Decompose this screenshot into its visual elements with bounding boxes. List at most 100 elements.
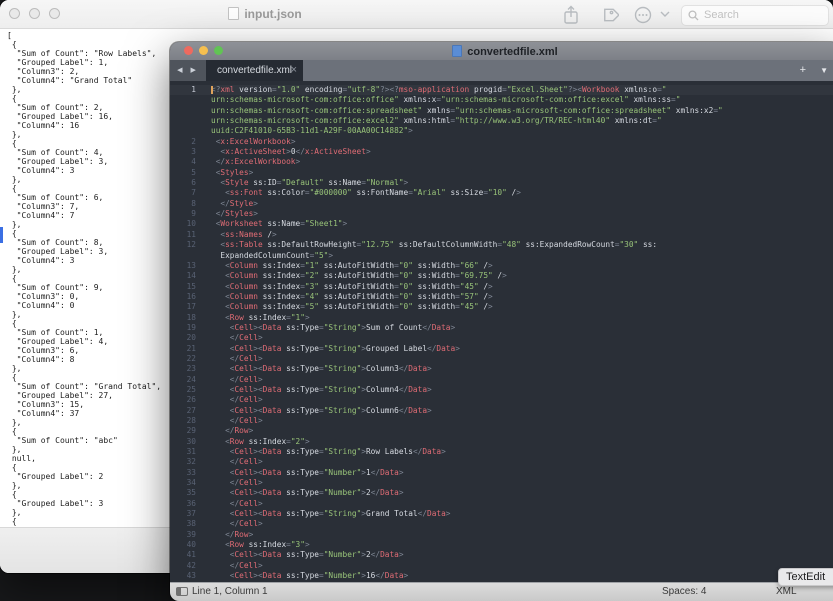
line-number: 1 <box>170 85 196 95</box>
window-title: input.json <box>170 7 360 21</box>
minimap-line <box>762 141 833 143</box>
code-text: ExpandedColumnCount="5"> <box>211 251 333 261</box>
code-text: <Column ss:Index="2" ss:AutoFitWidth="0"… <box>211 271 507 281</box>
line-number: 29 <box>170 426 196 436</box>
code-line: 24 </Cell> <box>170 375 833 385</box>
minimap-line <box>762 258 833 260</box>
code-text: </Cell> <box>211 478 263 488</box>
code-line: 14 <Column ss:Index="2" ss:AutoFitWidth=… <box>170 271 833 281</box>
line-number: 40 <box>170 540 196 550</box>
code-line: 17 <Column ss:Index="5" ss:AutoFitWidth=… <box>170 302 833 312</box>
minimap-line <box>762 105 833 107</box>
search-input[interactable]: Search <box>681 5 829 26</box>
minimap-line <box>762 85 833 87</box>
json-line: [ <box>7 31 833 40</box>
code-line: 8 </Style> <box>170 199 833 209</box>
code-text: <Cell><Data ss:Type="String">Column6</Da… <box>211 406 432 416</box>
code-line: 28 </Cell> <box>170 416 833 426</box>
code-text: </Cell> <box>211 395 263 405</box>
line-number: 11 <box>170 230 196 240</box>
minimap-line <box>762 279 833 281</box>
minimap[interactable] <box>762 85 833 330</box>
code-text: <Cell><Data ss:Type="String">Column4</Da… <box>211 385 432 395</box>
share-button[interactable] <box>562 5 580 25</box>
chevron-down-icon[interactable] <box>660 10 670 30</box>
code-line: 20 </Cell> <box>170 333 833 343</box>
line-number: 7 <box>170 188 196 198</box>
tags-button[interactable] <box>599 5 619 25</box>
minimize-button[interactable] <box>29 8 40 19</box>
zoom-button[interactable] <box>49 8 60 19</box>
code-line: 1<?xml version="1.0" encoding="utf-8"?><… <box>170 85 833 95</box>
tab-close-icon[interactable]: × <box>291 60 297 81</box>
line-number: 5 <box>170 168 196 178</box>
code-line: 34 </Cell> <box>170 478 833 488</box>
line-number: 14 <box>170 271 196 281</box>
minimap-line <box>762 289 833 291</box>
code-line: 31 <Cell><Data ss:Type="String">Row Labe… <box>170 447 833 457</box>
code-line: 33 <Cell><Data ss:Type="Number">1</Data> <box>170 468 833 478</box>
code-text: <Cell><Data ss:Type="Number">2</Data> <box>211 550 404 560</box>
code-line: uuid:C2F41010-65B3-11d1-A29F-00AA00C1488… <box>170 126 833 136</box>
line-number: 24 <box>170 375 196 385</box>
code-line: 5 <Styles> <box>170 168 833 178</box>
language-mode-indicator[interactable]: XML <box>776 586 797 597</box>
line-number: 15 <box>170 282 196 292</box>
minimap-line <box>762 121 833 123</box>
panel-toggle-icon[interactable] <box>176 587 188 596</box>
line-number: 20 <box>170 333 196 343</box>
code-line: 38 </Cell> <box>170 519 833 529</box>
close-button[interactable] <box>9 8 20 19</box>
minimap-line <box>762 187 833 189</box>
code-line: 18 <Row ss:Index="1"> <box>170 313 833 323</box>
minimap-line <box>762 212 833 214</box>
code-text: <Cell><Data ss:Type="Number">2</Data> <box>211 488 404 498</box>
textedit-titlebar[interactable]: input.json Search <box>0 0 833 29</box>
minimap-line <box>762 136 833 138</box>
minimap-line <box>762 126 833 128</box>
minimap-line <box>762 268 833 270</box>
code-text: <Styles> <box>211 168 253 178</box>
history-nav-buttons[interactable]: ◀ ▶ <box>170 60 206 81</box>
tab-convertedfile[interactable]: convertedfile.xml × <box>206 60 303 81</box>
editor-window: convertedfile.xml ◀ ▶ convertedfile.xml … <box>170 42 833 601</box>
line-number: 3 <box>170 147 196 157</box>
indentation-indicator[interactable]: Spaces: 4 <box>662 586 706 597</box>
minimap-line <box>762 172 833 174</box>
editor-titlebar[interactable]: convertedfile.xml <box>170 42 833 60</box>
code-text: <Row ss:Index="3"> <box>211 540 310 550</box>
line-number <box>170 116 196 126</box>
code-line: 43 <Cell><Data ss:Type="Number">16</Data… <box>170 571 833 581</box>
minimap-line <box>762 243 833 245</box>
tab-list-menu-icon[interactable]: ▼ <box>820 66 828 75</box>
code-text: <ss:Names /> <box>211 230 277 240</box>
code-text: </Cell> <box>211 457 263 467</box>
line-number: 28 <box>170 416 196 426</box>
line-number: 10 <box>170 219 196 229</box>
line-number: 9 <box>170 209 196 219</box>
new-tab-button[interactable]: + <box>800 64 806 76</box>
code-text: <Column ss:Index="5" ss:AutoFitWidth="0"… <box>211 302 493 312</box>
more-actions-button[interactable] <box>633 5 653 25</box>
code-editor-area[interactable]: 1<?xml version="1.0" encoding="utf-8"?><… <box>170 81 833 583</box>
line-number: 38 <box>170 519 196 529</box>
line-number: 26 <box>170 395 196 405</box>
code-text: </Cell> <box>211 354 263 364</box>
code-line: urn:schemas-microsoft-com:office:office"… <box>170 95 833 105</box>
minimap-line <box>762 273 833 275</box>
cursor-position-indicator[interactable]: Line 1, Column 1 <box>192 586 268 597</box>
minimap-line <box>762 167 833 169</box>
code-text: <Column ss:Index="1" ss:AutoFitWidth="0"… <box>211 261 493 271</box>
code-line: 29 </Row> <box>170 426 833 436</box>
code-line: 2 <x:ExcelWorkbook> <box>170 137 833 147</box>
minimap-line <box>762 248 833 250</box>
line-number: 22 <box>170 354 196 364</box>
code-text: <ss:Table ss:DefaultRowHeight="12.75" ss… <box>211 240 657 250</box>
code-line: 10 <Worksheet ss:Name="Sheet1"> <box>170 219 833 229</box>
code-line: 11 <ss:Names /> <box>170 230 833 240</box>
code-line: 37 <Cell><Data ss:Type="String">Grand To… <box>170 509 833 519</box>
line-number: 43 <box>170 571 196 581</box>
window-title: convertedfile.xml <box>170 45 833 58</box>
minimap-line <box>762 253 833 255</box>
back-icon[interactable]: ◀ ▶ <box>177 67 199 74</box>
